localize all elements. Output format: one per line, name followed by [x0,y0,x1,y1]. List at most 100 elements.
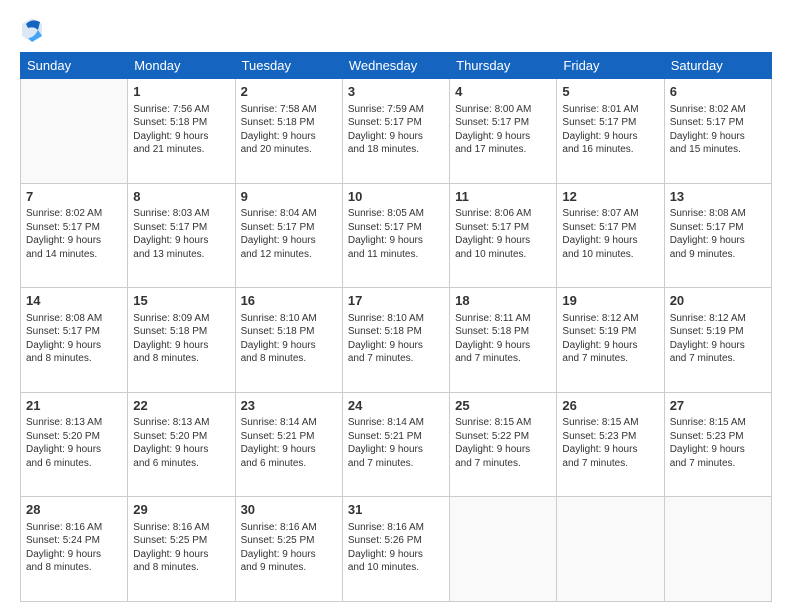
calendar-header-saturday: Saturday [664,53,771,79]
day-info: Sunrise: 7:58 AMSunset: 5:18 PMDaylight:… [241,103,337,157]
day-number: 10 [348,188,444,206]
calendar-cell: 16 Sunrise: 8:10 AMSunset: 5:18 PMDayligh… [235,288,342,393]
day-number: 4 [455,83,551,101]
calendar-cell: 28 Sunrise: 8:16 AMSunset: 5:24 PMDayligh… [21,497,128,602]
day-number: 12 [562,188,658,206]
day-info: Sunrise: 8:00 AMSunset: 5:17 PMDaylight:… [455,103,551,157]
day-number: 1 [133,83,229,101]
day-info: Sunrise: 8:16 AMSunset: 5:26 PMDaylight:… [348,521,444,575]
day-number: 13 [670,188,766,206]
calendar-cell: 24Sunrise: 8:14 AMSunset: 5:21 PMDayligh… [342,392,449,497]
day-info: Sunrise: 8:10 AMSunset: 5:18 PMDaylight:… [348,312,444,366]
day-number: 27 [670,397,766,415]
calendar-cell: 23Sunrise: 8:14 AMSunset: 5:21 PMDayligh… [235,392,342,497]
day-info: Sunrise: 8:14 AMSunset: 5:21 PMDaylight:… [348,416,444,470]
day-number: 14 [26,292,122,310]
day-info: Sunrise: 7:59 AMSunset: 5:17 PMDaylight:… [348,103,444,157]
day-number: 6 [670,83,766,101]
day-info: Sunrise: 8:10 AMSunset: 5:18 PMDaylight:… [241,312,337,366]
calendar-cell: 15 Sunrise: 8:09 AMSunset: 5:18 PMDayligh… [128,288,235,393]
calendar-cell: 22Sunrise: 8:13 AMSunset: 5:20 PMDayligh… [128,392,235,497]
calendar-cell: 5 Sunrise: 8:01 AMSunset: 5:17 PMDaylight… [557,79,664,184]
day-info: Sunrise: 8:16 AMSunset: 5:25 PMDaylight:… [133,521,229,575]
day-info: Sunrise: 8:13 AMSunset: 5:20 PMDaylight:… [26,416,122,470]
day-number: 16 [241,292,337,310]
calendar-header-wednesday: Wednesday [342,53,449,79]
day-number: 31 [348,501,444,519]
day-number: 25 [455,397,551,415]
calendar-cell: 11Sunrise: 8:06 AMSunset: 5:17 PMDayligh… [450,183,557,288]
day-info: Sunrise: 8:01 AMSunset: 5:17 PMDaylight:… [562,103,658,157]
day-info: Sunrise: 8:16 AMSunset: 5:24 PMDaylight:… [26,521,122,575]
calendar-cell: 25Sunrise: 8:15 AMSunset: 5:22 PMDayligh… [450,392,557,497]
day-number: 15 [133,292,229,310]
day-number: 30 [241,501,337,519]
calendar-cell [557,497,664,602]
calendar-cell: 4 Sunrise: 8:00 AMSunset: 5:17 PMDaylight… [450,79,557,184]
day-info: Sunrise: 8:13 AMSunset: 5:20 PMDaylight:… [133,416,229,470]
calendar-cell: 3 Sunrise: 7:59 AMSunset: 5:17 PMDaylight… [342,79,449,184]
day-info: Sunrise: 8:09 AMSunset: 5:18 PMDaylight:… [133,312,229,366]
day-info: Sunrise: 8:15 AMSunset: 5:22 PMDaylight:… [455,416,551,470]
day-info: Sunrise: 8:08 AMSunset: 5:17 PMDaylight:… [26,312,122,366]
calendar-header-sunday: Sunday [21,53,128,79]
day-number: 19 [562,292,658,310]
day-info: Sunrise: 8:15 AMSunset: 5:23 PMDaylight:… [562,416,658,470]
day-number: 9 [241,188,337,206]
calendar-week-1: 7Sunrise: 8:02 AMSunset: 5:17 PMDaylight… [21,183,772,288]
calendar-header-tuesday: Tuesday [235,53,342,79]
calendar-week-0: 1 Sunrise: 7:56 AMSunset: 5:18 PMDaylight… [21,79,772,184]
day-info: Sunrise: 7:56 AMSunset: 5:18 PMDaylight:… [133,103,229,157]
calendar-header-thursday: Thursday [450,53,557,79]
calendar-cell: 29 Sunrise: 8:16 AMSunset: 5:25 PMDayligh… [128,497,235,602]
calendar-cell: 18 Sunrise: 8:11 AMSunset: 5:18 PMDayligh… [450,288,557,393]
calendar-cell: 31 Sunrise: 8:16 AMSunset: 5:26 PMDayligh… [342,497,449,602]
calendar-header-friday: Friday [557,53,664,79]
page: SundayMondayTuesdayWednesdayThursdayFrid… [0,0,792,612]
calendar-table: SundayMondayTuesdayWednesdayThursdayFrid… [20,52,772,602]
header [20,16,772,44]
day-number: 22 [133,397,229,415]
day-info: Sunrise: 8:15 AMSunset: 5:23 PMDaylight:… [670,416,766,470]
day-number: 2 [241,83,337,101]
day-number: 8 [133,188,229,206]
day-number: 28 [26,501,122,519]
day-number: 21 [26,397,122,415]
day-info: Sunrise: 8:07 AMSunset: 5:17 PMDaylight:… [562,207,658,261]
calendar-cell: 10Sunrise: 8:05 AMSunset: 5:17 PMDayligh… [342,183,449,288]
day-info: Sunrise: 8:02 AMSunset: 5:17 PMDaylight:… [26,207,122,261]
calendar-cell: 21Sunrise: 8:13 AMSunset: 5:20 PMDayligh… [21,392,128,497]
day-info: Sunrise: 8:16 AMSunset: 5:25 PMDaylight:… [241,521,337,575]
calendar-cell: 1 Sunrise: 7:56 AMSunset: 5:18 PMDaylight… [128,79,235,184]
day-info: Sunrise: 8:11 AMSunset: 5:18 PMDaylight:… [455,312,551,366]
calendar-cell: 30 Sunrise: 8:16 AMSunset: 5:25 PMDayligh… [235,497,342,602]
calendar-cell: 26Sunrise: 8:15 AMSunset: 5:23 PMDayligh… [557,392,664,497]
calendar-week-3: 21Sunrise: 8:13 AMSunset: 5:20 PMDayligh… [21,392,772,497]
calendar-cell: 7Sunrise: 8:02 AMSunset: 5:17 PMDaylight… [21,183,128,288]
day-info: Sunrise: 8:12 AMSunset: 5:19 PMDaylight:… [670,312,766,366]
calendar-cell: 6 Sunrise: 8:02 AMSunset: 5:17 PMDaylight… [664,79,771,184]
calendar-cell: 17Sunrise: 8:10 AMSunset: 5:18 PMDayligh… [342,288,449,393]
calendar-week-4: 28 Sunrise: 8:16 AMSunset: 5:24 PMDayligh… [21,497,772,602]
day-info: Sunrise: 8:05 AMSunset: 5:17 PMDaylight:… [348,207,444,261]
day-number: 7 [26,188,122,206]
calendar-cell: 8Sunrise: 8:03 AMSunset: 5:17 PMDaylight… [128,183,235,288]
calendar-cell: 19 Sunrise: 8:12 AMSunset: 5:19 PMDayligh… [557,288,664,393]
calendar-header-row: SundayMondayTuesdayWednesdayThursdayFrid… [21,53,772,79]
calendar-cell: 14 Sunrise: 8:08 AMSunset: 5:17 PMDayligh… [21,288,128,393]
day-info: Sunrise: 8:02 AMSunset: 5:17 PMDaylight:… [670,103,766,157]
day-number: 18 [455,292,551,310]
calendar-week-2: 14 Sunrise: 8:08 AMSunset: 5:17 PMDayligh… [21,288,772,393]
day-number: 29 [133,501,229,519]
day-info: Sunrise: 8:12 AMSunset: 5:19 PMDaylight:… [562,312,658,366]
calendar-cell [664,497,771,602]
calendar-cell: 13Sunrise: 8:08 AMSunset: 5:17 PMDayligh… [664,183,771,288]
logo-icon [20,16,44,44]
day-number: 11 [455,188,551,206]
day-number: 26 [562,397,658,415]
day-number: 3 [348,83,444,101]
calendar-header-monday: Monday [128,53,235,79]
calendar-cell: 27Sunrise: 8:15 AMSunset: 5:23 PMDayligh… [664,392,771,497]
day-info: Sunrise: 8:14 AMSunset: 5:21 PMDaylight:… [241,416,337,470]
day-number: 5 [562,83,658,101]
